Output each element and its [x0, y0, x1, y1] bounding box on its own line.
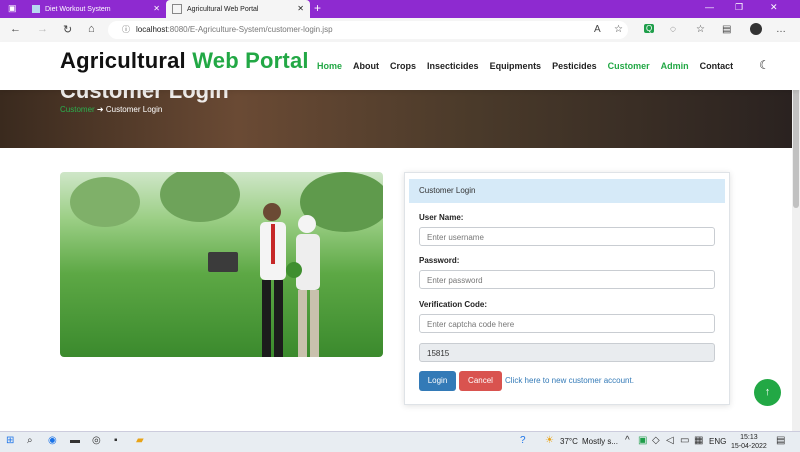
breadcrumb-current: Customer Login: [105, 105, 163, 114]
settings-more-icon[interactable]: …: [776, 24, 786, 35]
terminal-icon[interactable]: ▬: [70, 435, 80, 446]
network-icon[interactable]: ◇: [652, 435, 660, 446]
farmers-photo: [60, 172, 383, 357]
windows-taskbar: ⊞ ⌕ ◉ ▬ ◎ ▪ ▰ ? ☀ 37°C Mostly s... ^ ▣ ◇…: [0, 431, 800, 452]
search-icon[interactable]: ⌕: [27, 435, 33, 446]
arrow-up-icon: ↑: [764, 386, 771, 398]
console-icon[interactable]: ▪: [114, 435, 118, 446]
password-input[interactable]: Enter password: [419, 270, 715, 289]
extension-icon[interactable]: Q: [644, 24, 655, 33]
browser-tab-diet[interactable]: Diet Workout System ✕: [26, 0, 166, 18]
nav-about[interactable]: About: [353, 61, 379, 71]
username-input[interactable]: Enter username: [419, 227, 715, 246]
clock-time: 15:13: [740, 434, 758, 441]
username-label: User Name:: [419, 213, 464, 222]
favorite-star-icon[interactable]: ☆: [614, 24, 623, 35]
language-indicator[interactable]: ENG: [709, 437, 726, 446]
favorites-icon[interactable]: ☆: [696, 24, 705, 35]
tray-chevron-icon[interactable]: ^: [625, 435, 630, 446]
volume-icon[interactable]: ◁: [666, 435, 674, 446]
breadcrumb-customer-link[interactable]: Customer: [60, 105, 95, 114]
forward-icon[interactable]: →: [37, 23, 48, 35]
login-button[interactable]: Login: [419, 371, 456, 391]
keyboard-icon[interactable]: ▦: [694, 435, 703, 446]
nav-pesticides[interactable]: Pesticides: [552, 61, 597, 71]
captcha-label: Verification Code:: [419, 300, 488, 309]
tab-favicon-icon: [172, 4, 182, 14]
page-hero: Customer Login Customer ➜ Customer Login: [0, 90, 792, 148]
farmers-illustration: [208, 203, 320, 357]
minimize-icon[interactable]: —: [705, 2, 714, 12]
weather-icon: ☀: [545, 435, 554, 446]
new-tab-icon[interactable]: +: [314, 1, 321, 15]
taskbar-clock[interactable]: 15:13 15-04-2022: [731, 433, 767, 451]
workspaces-icon[interactable]: ▣: [8, 3, 17, 14]
site-header: Agricultural Web Portal Home About Crops…: [0, 42, 800, 90]
weather-desc[interactable]: Mostly s...: [582, 437, 618, 446]
main-nav: Home About Crops Insecticides Equipments…: [317, 61, 744, 71]
breadcrumb-arrow-icon: ➜: [96, 105, 106, 114]
maximize-icon[interactable]: ❐: [735, 2, 743, 13]
nav-admin[interactable]: Admin: [661, 61, 689, 71]
site-brand[interactable]: Agricultural Web Portal: [60, 48, 309, 74]
back-icon[interactable]: ←: [10, 23, 21, 35]
edge-browser-icon[interactable]: ◉: [48, 435, 57, 446]
back-to-top-button[interactable]: ↑: [754, 379, 781, 406]
tab-title: Agricultural Web Portal: [187, 5, 259, 13]
clock-date: 15-04-2022: [731, 443, 767, 450]
battery-icon[interactable]: ▭: [680, 435, 689, 446]
collections-icon[interactable]: ▤: [722, 24, 731, 35]
close-tab-icon[interactable]: ✕: [153, 4, 160, 13]
password-label: Password:: [419, 256, 460, 265]
browser-tab-bar: ▣ Diet Workout System ✕ Agricultural Web…: [0, 0, 800, 18]
captcha-input[interactable]: Enter captcha code here: [419, 314, 715, 333]
dark-mode-moon-icon[interactable]: ☾: [759, 58, 770, 72]
page-scrollbar[interactable]: [792, 42, 800, 431]
windows-start-icon[interactable]: ⊞: [6, 435, 14, 446]
url-input[interactable]: ⓘ localhost:8080/E-Agriculture-System/cus…: [108, 21, 628, 39]
customer-login-card: Customer Login User Name: Enter username…: [404, 172, 730, 405]
cancel-button[interactable]: Cancel: [459, 371, 502, 391]
nav-contact[interactable]: Contact: [700, 61, 734, 71]
nav-insecticides[interactable]: Insecticides: [427, 61, 479, 71]
weather-temp[interactable]: 37°C: [560, 437, 578, 446]
home-icon[interactable]: ⌂: [88, 23, 95, 35]
read-aloud-icon[interactable]: A: [594, 24, 601, 35]
close-tab-icon[interactable]: ✕: [297, 4, 304, 13]
file-explorer-icon[interactable]: ▰: [136, 435, 144, 446]
nav-home[interactable]: Home: [317, 61, 342, 71]
card-header: Customer Login: [409, 179, 725, 203]
refresh-icon[interactable]: ↻: [63, 23, 72, 36]
tray-app-icon[interactable]: ▣: [638, 435, 647, 446]
app-icon[interactable]: ◎: [92, 435, 101, 446]
nav-equipments[interactable]: Equipments: [490, 61, 542, 71]
nav-crops[interactable]: Crops: [390, 61, 416, 71]
page-title: Customer Login: [60, 90, 229, 103]
register-link[interactable]: Click here to new customer account.: [505, 376, 634, 385]
profile-avatar[interactable]: [750, 23, 762, 35]
captcha-code-display: 15815: [419, 343, 715, 362]
tab-favicon-icon: [32, 5, 40, 13]
notifications-icon[interactable]: ▤: [776, 435, 785, 446]
help-icon[interactable]: ?: [520, 435, 526, 446]
tab-title: Diet Workout System: [45, 5, 111, 13]
browser-tab-agri[interactable]: Agricultural Web Portal ✕: [166, 0, 310, 18]
breadcrumb: Customer ➜ Customer Login: [60, 105, 162, 114]
close-window-icon[interactable]: ✕: [770, 2, 778, 13]
info-icon: ⓘ: [122, 25, 130, 34]
extensions-puzzle-icon[interactable]: ◌: [670, 24, 676, 35]
browser-address-bar: ← → ↻ ⌂ ⓘ localhost:8080/E-Agriculture-Sy…: [0, 18, 800, 43]
nav-customer[interactable]: Customer: [608, 61, 650, 71]
